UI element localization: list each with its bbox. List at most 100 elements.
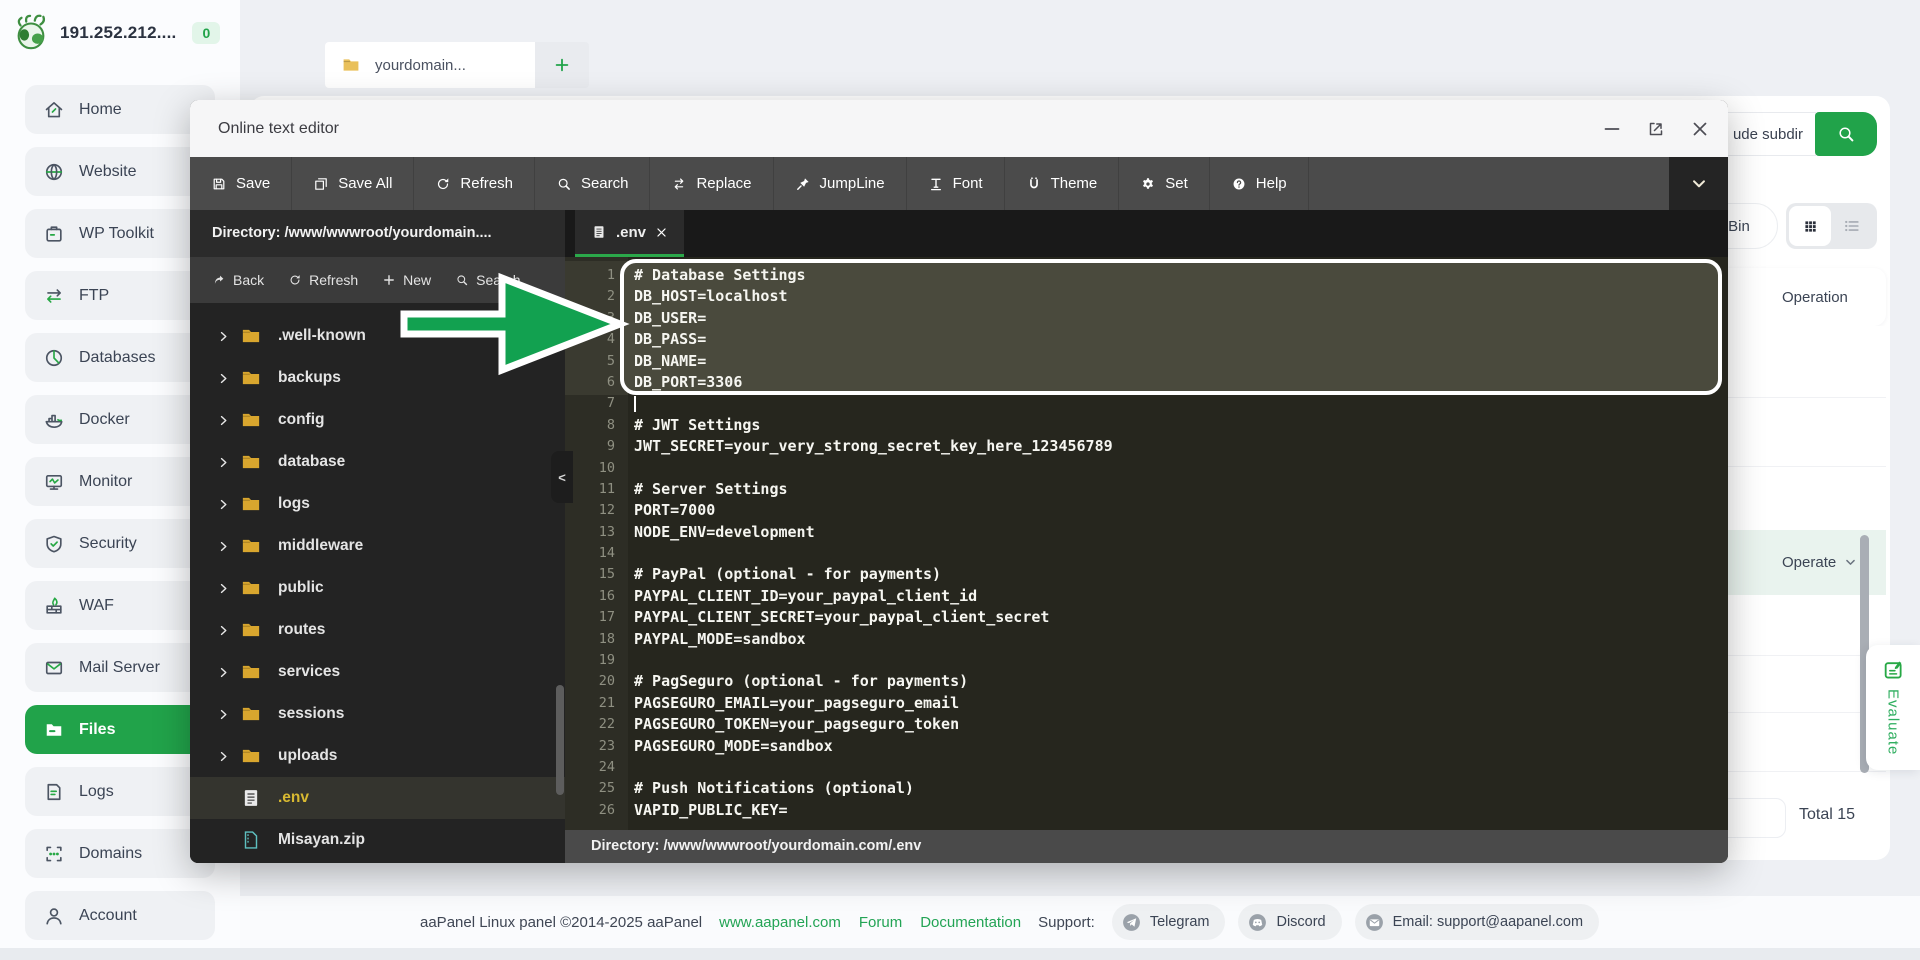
toolbar-button-help[interactable]: Help	[1210, 157, 1309, 210]
chevron-right-icon[interactable]	[217, 456, 230, 469]
footer-link-documentation[interactable]: Documentation	[920, 914, 1021, 931]
chevron-right-icon[interactable]	[217, 498, 230, 511]
fullscreen-icon[interactable]	[1646, 119, 1666, 139]
chevron-right-icon[interactable]	[217, 708, 230, 721]
code-line[interactable]: DB_HOST=localhost	[634, 286, 1728, 307]
notification-badge[interactable]: 0	[192, 22, 220, 44]
toolbar-more-button[interactable]	[1669, 157, 1728, 210]
modal-header[interactable]: Online text editor	[190, 100, 1728, 157]
code-line[interactable]: # PayPal (optional - for payments)	[634, 564, 1728, 585]
tree-item-misayan-zip[interactable]: Misayan.zip	[190, 819, 565, 861]
code-line[interactable]: DB_USER=	[634, 308, 1728, 329]
footer-link-www-aapanel-com[interactable]: www.aapanel.com	[719, 914, 841, 931]
open-file-tab-env[interactable]: .env	[575, 210, 684, 257]
code-line[interactable]: PAYPAL_MODE=sandbox	[634, 629, 1728, 650]
add-tab-button[interactable]	[535, 42, 589, 88]
code-line[interactable]: PAGSEGURO_MODE=sandbox	[634, 736, 1728, 757]
chevron-right-icon[interactable]	[217, 666, 230, 679]
code-line[interactable]: VAPID_PUBLIC_KEY=	[634, 800, 1728, 821]
chevron-right-icon[interactable]	[217, 414, 230, 427]
code-line[interactable]	[634, 650, 1728, 671]
tree-item-public[interactable]: public	[190, 567, 565, 609]
contact-pill-telegram[interactable]: Telegram	[1112, 904, 1226, 940]
toolbar-button-save-all[interactable]: Save All	[292, 157, 414, 210]
tree-scrollbar[interactable]	[556, 685, 564, 795]
code-line[interactable]: # Push Notifications (optional)	[634, 778, 1728, 799]
toolbar-button-set[interactable]: Set	[1119, 157, 1210, 210]
code-line[interactable]: PAGSEGURO_TOKEN=your_pagseguro_token	[634, 714, 1728, 735]
code-line[interactable]: # Server Settings	[634, 479, 1728, 500]
collapse-tree-handle[interactable]: <	[551, 451, 573, 503]
chevron-right-icon[interactable]	[217, 372, 230, 385]
code-line[interactable]: PAYPAL_CLIENT_SECRET=your_paypal_client_…	[634, 607, 1728, 628]
sidebar-item-mail-server[interactable]: Mail Server	[25, 643, 215, 692]
close-tab-icon[interactable]	[655, 226, 668, 239]
tree-toolbar-back[interactable]: Back	[212, 272, 264, 288]
code-line[interactable]: PORT=7000	[634, 500, 1728, 521]
tree-item-config[interactable]: config	[190, 399, 565, 441]
code-line[interactable]: # JWT Settings	[634, 415, 1728, 436]
chevron-right-icon[interactable]	[217, 330, 230, 343]
code-line[interactable]: NODE_ENV=development	[634, 522, 1728, 543]
sidebar-item-files[interactable]: Files	[25, 705, 215, 754]
sidebar-item-logs[interactable]: Logs	[25, 767, 215, 816]
footer-link-forum[interactable]: Forum	[859, 914, 902, 931]
chevron-right-icon[interactable]	[217, 750, 230, 763]
grid-view-button[interactable]	[1789, 206, 1831, 246]
code-line[interactable]: JWT_SECRET=your_very_strong_secret_key_h…	[634, 436, 1728, 457]
toolbar-button-search[interactable]: Search	[535, 157, 651, 210]
code-line[interactable]: DB_PORT=3306	[634, 372, 1728, 393]
code-line[interactable]: DB_PASS=	[634, 329, 1728, 350]
tree-item-middleware[interactable]: middleware	[190, 525, 565, 567]
sidebar-item-home[interactable]: Home	[25, 85, 215, 134]
minimize-icon[interactable]	[1602, 119, 1622, 139]
toolbar-button-font[interactable]: Font	[907, 157, 1005, 210]
toolbar-button-jumpline[interactable]: JumpLine	[774, 157, 907, 210]
editor-code-lines[interactable]: # Database SettingsDB_HOST=localhostDB_U…	[634, 265, 1728, 821]
toolbar-button-refresh[interactable]: Refresh	[414, 157, 535, 210]
code-line[interactable]	[634, 543, 1728, 564]
contact-pill-discord[interactable]: Discord	[1238, 904, 1341, 940]
close-icon[interactable]	[1690, 119, 1710, 139]
sidebar-item-databases[interactable]: Databases	[25, 333, 215, 382]
chevron-right-icon[interactable]	[217, 540, 230, 553]
sidebar-item-domains[interactable]: Domains	[25, 829, 215, 878]
code-line[interactable]: # Database Settings	[634, 265, 1728, 286]
sidebar-item-website[interactable]: Website	[25, 147, 215, 196]
code-line[interactable]: PAYPAL_CLIENT_ID=your_paypal_client_id	[634, 586, 1728, 607]
sidebar-item-monitor[interactable]: Monitor	[25, 457, 215, 506]
tree-item-logs[interactable]: logs	[190, 483, 565, 525]
evaluate-tab[interactable]: Evaluate	[1866, 645, 1920, 770]
tree-item-env[interactable]: .env	[190, 777, 565, 819]
sidebar-item-waf[interactable]: WAF	[25, 581, 215, 630]
sidebar-item-label: Website	[79, 163, 137, 181]
code-line[interactable]: # PagSeguro (optional - for payments)	[634, 671, 1728, 692]
toolbar-button-replace[interactable]: Replace	[650, 157, 773, 210]
code-line[interactable]: PAGSEGURO_EMAIL=your_pagseguro_email	[634, 693, 1728, 714]
chevron-right-icon[interactable]	[217, 624, 230, 637]
code-line[interactable]	[634, 757, 1728, 778]
footer-contact-pills: Telegram Discord Email: support@aapanel.co…	[1112, 904, 1599, 940]
code-line[interactable]: DB_NAME=	[634, 351, 1728, 372]
toolbar-button-theme[interactable]: Theme	[1005, 157, 1120, 210]
sidebar-item-wp-toolkit[interactable]: WP Toolkit	[25, 209, 215, 258]
tree-item-services[interactable]: services	[190, 651, 565, 693]
sidebar-item-ftp[interactable]: FTP	[25, 271, 215, 320]
code-line[interactable]	[634, 458, 1728, 479]
chevron-right-icon[interactable]	[217, 582, 230, 595]
tree-item-uploads[interactable]: uploads	[190, 735, 565, 777]
tree-item-sessions[interactable]: sessions	[190, 693, 565, 735]
tree-toolbar-refresh[interactable]: Refresh	[288, 272, 358, 288]
sidebar-item-security[interactable]: Security	[25, 519, 215, 568]
tree-item-routes[interactable]: routes	[190, 609, 565, 651]
tree-item-database[interactable]: database	[190, 441, 565, 483]
search-button[interactable]	[1815, 112, 1877, 156]
code-line[interactable]	[634, 393, 1728, 414]
sidebar-item-account[interactable]: Account	[25, 891, 215, 940]
toolbar-button-save[interactable]: Save	[190, 157, 292, 210]
sidebar-item-docker[interactable]: Docker	[25, 395, 215, 444]
path-tab-yourdomain[interactable]: yourdomain...	[325, 42, 535, 88]
list-view-button[interactable]	[1832, 206, 1872, 246]
code-editor[interactable]: 1234567891011121314151617181920212223242…	[565, 257, 1728, 830]
contact-pill-email-support-aapanel-com[interactable]: Email: support@aapanel.com	[1355, 904, 1599, 940]
